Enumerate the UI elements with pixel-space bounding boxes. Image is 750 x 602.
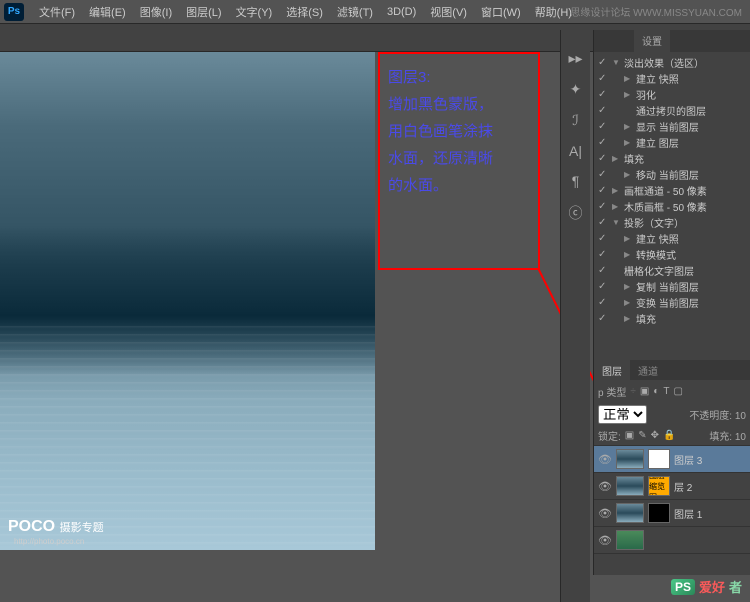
menubar: Ps 文件(F) 编辑(E) 图像(I) 图层(L) 文字(Y) 选择(S) 滤…	[0, 0, 750, 24]
history-item[interactable]: ✓通过拷贝的图层	[594, 102, 750, 118]
layer-thumbnail[interactable]	[616, 449, 644, 469]
layer-thumbnail[interactable]	[616, 476, 644, 496]
blend-row: 正常 不透明度: 10	[594, 403, 750, 426]
layer-name: 层 2	[674, 479, 692, 494]
layer-item[interactable]: 👁	[594, 527, 750, 554]
brush-icon[interactable]: ℐ	[572, 112, 579, 129]
right-tool-strip: ▸▸ ✦ ℐ A| ¶ ⓒ	[560, 30, 590, 602]
visibility-icon[interactable]: 👁	[598, 480, 612, 493]
menu-window[interactable]: 窗口(W)	[474, 4, 528, 20]
menu-file[interactable]: 文件(F)	[32, 4, 82, 20]
layer-mask[interactable]	[648, 503, 670, 523]
tool-icon[interactable]: ▸▸	[568, 50, 582, 67]
filter-icon[interactable]: ▣	[640, 386, 649, 397]
menu-select[interactable]: 选择(S)	[279, 4, 330, 20]
filter-icon[interactable]: ▢	[673, 386, 682, 397]
menu-image[interactable]: 图像(I)	[133, 4, 179, 20]
tab-layers[interactable]: 图层	[594, 360, 630, 380]
history-item[interactable]: ✓▶填充	[594, 150, 750, 166]
watermark-top: 思缘设计论坛 WWW.MISSYUAN.COM	[570, 4, 742, 19]
visibility-icon[interactable]: 👁	[598, 453, 612, 466]
lock-icon[interactable]: 🔒	[663, 430, 675, 441]
layer-thumbnail[interactable]	[616, 530, 644, 550]
lock-icon[interactable]: ✎	[638, 430, 646, 441]
layer-item[interactable]: 👁 图层缩览图 层 2	[594, 473, 750, 500]
annotation-line: 增加黑色蒙版，	[388, 91, 530, 118]
blend-mode-select[interactable]: 正常	[598, 405, 647, 424]
tab-channels[interactable]: 通道	[630, 360, 666, 380]
bottom-watermark: PS 爱好者	[671, 577, 742, 596]
layers-tabs: 图层 通道	[594, 360, 750, 380]
layer-mask-tooltip[interactable]: 图层缩览图	[648, 476, 670, 496]
paragraph-icon[interactable]: ¶	[572, 173, 580, 189]
annotation-line: 用白色画笔涂抹	[388, 118, 530, 145]
ps-badge: PS	[671, 579, 695, 595]
annotation-line: 的水面。	[388, 172, 530, 199]
canvas-area[interactable]: POCO 摄影专题 http://photo.poco.cn	[0, 52, 375, 550]
menu-view[interactable]: 视图(V)	[423, 4, 474, 20]
history-item[interactable]: ✓▶变换 当前图层	[594, 294, 750, 310]
menu-type[interactable]: 文字(Y)	[229, 4, 280, 20]
cloud-icon[interactable]: ⓒ	[569, 203, 583, 223]
layer-kind-row: p 类型 ÷ ▣ ◐ T ▢	[594, 380, 750, 403]
history-item[interactable]: ✓▶显示 当前图层	[594, 118, 750, 134]
annotation-title: 图层3:	[388, 64, 530, 91]
history-panel: 设置 ✓▼淡出效果（选区） ✓▶建立 快照 ✓▶羽化 ✓通过拷贝的图层 ✓▶显示…	[593, 30, 750, 360]
watermark-text: 者	[729, 577, 742, 596]
layer-thumbnail[interactable]	[616, 503, 644, 523]
history-list: ✓▼淡出效果（选区） ✓▶建立 快照 ✓▶羽化 ✓通过拷贝的图层 ✓▶显示 当前…	[594, 52, 750, 328]
watermark-text: 爱好	[699, 577, 725, 596]
history-item[interactable]: ✓▼淡出效果（选区）	[594, 54, 750, 70]
menu-filter[interactable]: 滤镜(T)	[330, 4, 380, 20]
layer-item[interactable]: 👁 图层 1	[594, 500, 750, 527]
text-icon[interactable]: A|	[569, 143, 582, 159]
kind-label: p 类型	[598, 384, 626, 399]
app-logo: Ps	[4, 3, 24, 21]
panel-tabs: 设置	[594, 30, 750, 52]
tab-settings[interactable]: 设置	[634, 30, 670, 52]
menu-3d[interactable]: 3D(D)	[380, 6, 423, 18]
lock-icon[interactable]: ▣	[625, 430, 634, 441]
history-item[interactable]: ✓▶建立 快照	[594, 70, 750, 86]
layer-name: 图层 1	[674, 506, 702, 521]
history-item[interactable]: ✓▶画框通道 - 50 像素	[594, 182, 750, 198]
filter-icon[interactable]: T	[663, 386, 669, 397]
layers-panel: 图层 通道 p 类型 ÷ ▣ ◐ T ▢ 正常 不透明度: 10 锁定: ▣ ✎…	[593, 360, 750, 575]
filter-icon[interactable]: ◐	[653, 386, 659, 397]
compass-icon[interactable]: ✦	[570, 81, 582, 98]
annotation-box: 图层3: 增加黑色蒙版， 用白色画笔涂抹 水面，还原清晰 的水面。	[378, 52, 540, 270]
menu-edit[interactable]: 编辑(E)	[82, 4, 133, 20]
visibility-icon[interactable]: 👁	[598, 507, 612, 520]
history-item[interactable]: ✓▶移动 当前图层	[594, 166, 750, 182]
history-item[interactable]: ✓▶复制 当前图层	[594, 278, 750, 294]
history-item[interactable]: ✓▶羽化	[594, 86, 750, 102]
poco-url: http://photo.poco.cn	[14, 537, 84, 546]
layer-name: 图层 3	[674, 452, 702, 467]
layer-mask[interactable]	[648, 449, 670, 469]
annotation-line: 水面，还原清晰	[388, 145, 530, 172]
canvas-image: POCO 摄影专题 http://photo.poco.cn	[0, 52, 375, 550]
visibility-icon[interactable]: 👁	[598, 534, 612, 547]
history-item[interactable]: ✓▶转换模式	[594, 246, 750, 262]
history-item[interactable]: ✓▶建立 图层	[594, 134, 750, 150]
history-item[interactable]: ✓▶填充	[594, 310, 750, 326]
lock-icon[interactable]: ✥	[651, 430, 659, 441]
history-item[interactable]: ✓栅格化文字图层	[594, 262, 750, 278]
layer-item[interactable]: 👁 图层 3	[594, 446, 750, 473]
history-item[interactable]: ✓▶木质画框 - 50 像素	[594, 198, 750, 214]
history-item[interactable]: ✓▶建立 快照	[594, 230, 750, 246]
poco-logo: POCO 摄影专题	[8, 518, 104, 536]
lock-row: 锁定: ▣ ✎ ✥ 🔒 填充: 10	[594, 426, 750, 446]
menu-layer[interactable]: 图层(L)	[179, 4, 228, 20]
history-item[interactable]: ✓▼投影（文字）	[594, 214, 750, 230]
